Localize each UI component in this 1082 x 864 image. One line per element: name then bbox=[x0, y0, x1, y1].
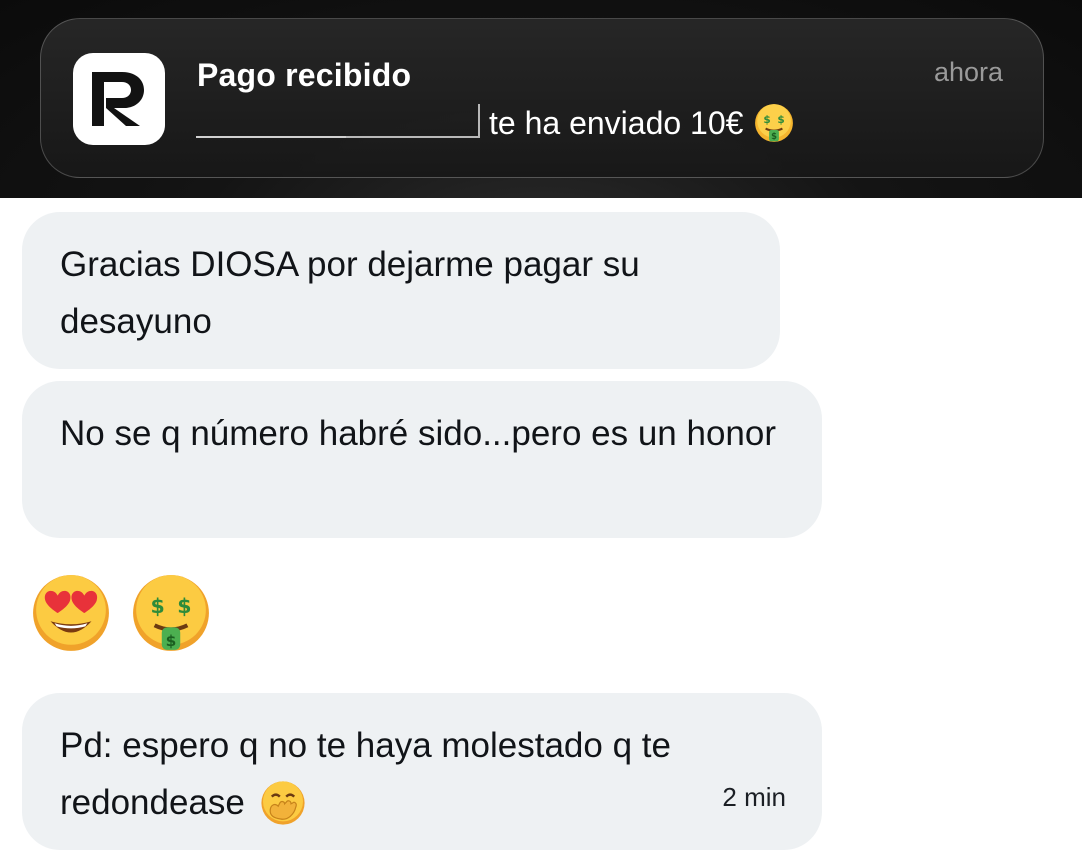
r-logo-icon bbox=[92, 72, 144, 126]
message-text: redondease bbox=[60, 783, 245, 822]
message-text-line: Pd: espero q no te haya molestado q te bbox=[60, 726, 671, 765]
notification-time: ahora bbox=[933, 57, 1003, 87]
money-mouth-face-icon: $ $ $ bbox=[133, 575, 209, 651]
payment-notification[interactable]: Pago recibido ahora te ha enviado 10€ $ … bbox=[40, 18, 1044, 178]
message-bubble[interactable]: No se q número habré sido...pero es un h… bbox=[22, 381, 822, 538]
notification-title: Pago recibido bbox=[197, 57, 412, 93]
redacted-sender-name bbox=[196, 104, 480, 138]
emoji-message[interactable]: $ $ $ bbox=[30, 572, 212, 654]
svg-text:$: $ bbox=[151, 594, 165, 618]
heart-eyes-face-icon bbox=[33, 575, 109, 651]
svg-text:$: $ bbox=[177, 594, 191, 618]
notification-body-text: te ha enviado 10€ bbox=[489, 104, 744, 141]
message-bubble[interactable]: Gracias DIOSA por dejarme pagar su desay… bbox=[22, 212, 780, 369]
app-icon bbox=[73, 53, 165, 145]
message-bubble[interactable]: Pd: espero q no te haya molestado q te r… bbox=[22, 693, 822, 850]
message-text: Gracias DIOSA por dejarme pagar su desay… bbox=[60, 245, 640, 341]
svg-text:$: $ bbox=[764, 114, 771, 126]
lockscreen-background: Pago recibido ahora te ha enviado 10€ $ … bbox=[0, 0, 1082, 198]
notification-body: te ha enviado 10€ $ $ $ bbox=[489, 102, 795, 144]
svg-text:$: $ bbox=[772, 131, 778, 141]
message-text-line: redondease bbox=[60, 774, 782, 831]
svg-text:$: $ bbox=[778, 114, 785, 126]
money-mouth-face-icon: $ $ $ bbox=[755, 104, 794, 142]
message-text: No se q número habré sido...pero es un h… bbox=[60, 414, 776, 453]
face-with-hand-over-mouth-icon bbox=[261, 780, 305, 825]
message-timestamp: 2 min bbox=[722, 782, 786, 812]
svg-text:$: $ bbox=[166, 632, 177, 650]
